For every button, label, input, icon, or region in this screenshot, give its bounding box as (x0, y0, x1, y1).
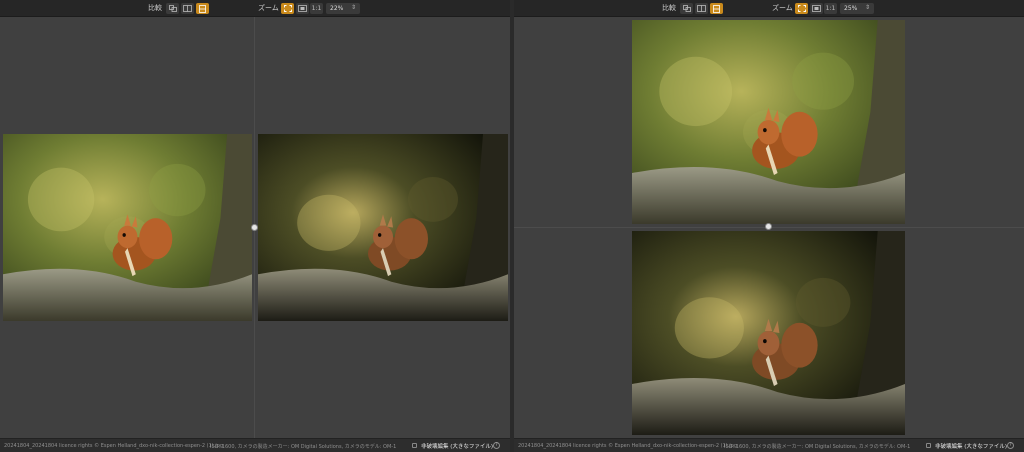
photo-after (258, 134, 508, 321)
right-compare-pane: 比較 ズーム 1:1 25% ⇕ 20241804_20241804 licen… (514, 0, 1024, 452)
fit-to-screen-icon (283, 5, 292, 12)
file-name: 20241804_20241804 licence rights © Espen… (4, 443, 224, 449)
fill-screen-icon (298, 5, 307, 12)
right-toolbar: 比較 ズーム 1:1 25% ⇕ (514, 0, 1024, 17)
squirrel-image-before (632, 20, 905, 224)
exif-info: ISO: 1600, カメラの製造メーカー: OM Digital Soluti… (210, 444, 397, 450)
left-toolbar: 比較 ズーム 1:1 22% ⇕ (0, 0, 510, 17)
zoom-fill-button[interactable] (296, 3, 309, 14)
compare-split-handle[interactable] (765, 223, 772, 230)
compare-stacked-button[interactable] (680, 3, 693, 14)
left-compare-pane: 比較 ズーム 1:1 22% ⇕ 20241804_20241804 licen… (0, 0, 510, 452)
right-status-bar: 20241804_20241804 licence rights © Espen… (514, 438, 1024, 452)
split-top-bottom-icon (713, 4, 720, 13)
photo-before (3, 134, 252, 321)
chevron-updown-icon: ⇕ (864, 4, 870, 11)
nondestructive-edit-label: 非破壊編集 (大きなファイル) (935, 444, 1008, 450)
zoom-1to1-label: 1:1 (825, 5, 836, 12)
squirrel-image-before (3, 134, 252, 321)
left-status-bar: 20241804_20241804 licence rights © Espen… (0, 438, 510, 452)
nondestructive-edit-label: 非破壊編集 (大きなファイル) (421, 444, 494, 450)
zoom-label: ズーム (772, 4, 793, 12)
fit-to-screen-icon (797, 5, 806, 12)
compare-top-bottom-button[interactable] (196, 3, 209, 14)
zoom-1to1-button[interactable]: 1:1 (310, 3, 323, 14)
zoom-percent-value: 25% (844, 5, 858, 12)
help-icon[interactable]: ? (493, 442, 500, 449)
zoom-percent-select[interactable]: 22% ⇕ (326, 3, 360, 14)
file-name: 20241804_20241804 licence rights © Espen… (518, 443, 738, 449)
chevron-updown-icon: ⇕ (350, 4, 356, 11)
nondestructive-checkbox[interactable] (412, 443, 417, 448)
compare-side-by-side-button[interactable] (695, 3, 708, 14)
squirrel-image-after (632, 231, 905, 435)
zoom-fit-button[interactable] (795, 3, 808, 14)
compare-stacked-icon (682, 5, 691, 12)
photo-after (632, 231, 905, 435)
split-top-bottom-icon (199, 4, 206, 13)
compare-label: 比較 (662, 4, 676, 12)
exif-info: ISO: 1600, カメラの製造メーカー: OM Digital Soluti… (724, 444, 911, 450)
fill-screen-icon (812, 5, 821, 12)
zoom-label: ズーム (258, 4, 279, 12)
compare-split-handle[interactable] (251, 224, 258, 231)
compare-stacked-icon (168, 5, 177, 12)
zoom-percent-select[interactable]: 25% ⇕ (840, 3, 874, 14)
split-side-icon (697, 5, 706, 12)
compare-stacked-button[interactable] (166, 3, 179, 14)
zoom-1to1-button[interactable]: 1:1 (824, 3, 837, 14)
split-side-icon (183, 5, 192, 12)
help-icon[interactable]: ? (1007, 442, 1014, 449)
squirrel-image-after (258, 134, 508, 321)
compare-label: 比較 (148, 4, 162, 12)
zoom-percent-value: 22% (330, 5, 344, 12)
compare-top-bottom-button[interactable] (710, 3, 723, 14)
nondestructive-checkbox[interactable] (926, 443, 931, 448)
photo-before (632, 20, 905, 224)
compare-side-by-side-button[interactable] (181, 3, 194, 14)
zoom-1to1-label: 1:1 (311, 5, 322, 12)
zoom-fit-button[interactable] (281, 3, 294, 14)
zoom-fill-button[interactable] (810, 3, 823, 14)
